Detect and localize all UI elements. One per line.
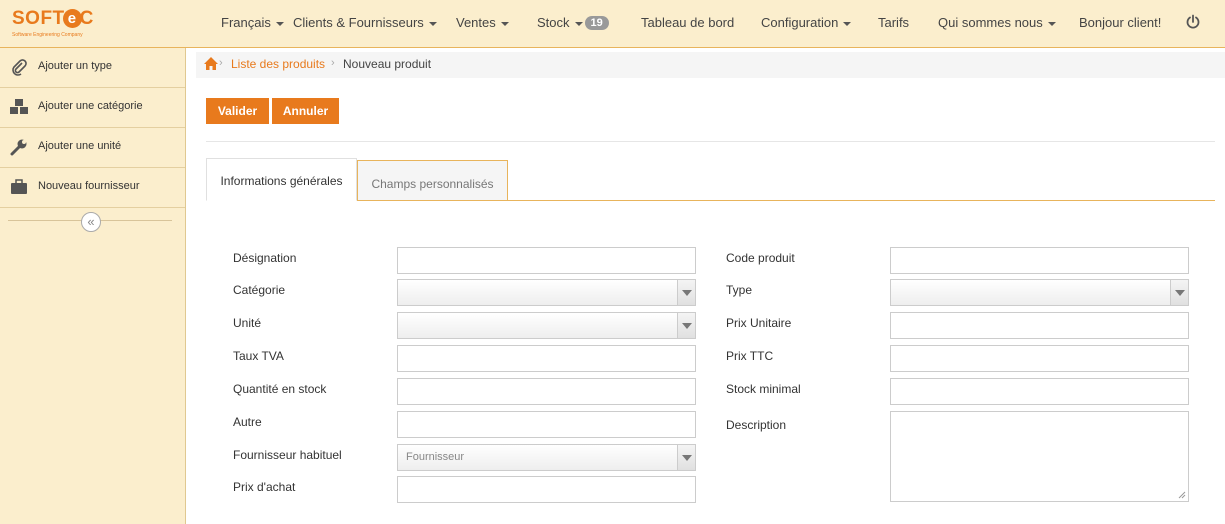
price-ttc-field[interactable] [890,345,1189,372]
supplier-label: Fournisseur habituel [233,448,342,462]
sidebar-item-add-category[interactable]: Ajouter une catégorie [0,88,185,128]
nav-stock[interactable]: Stock 19 [537,15,609,30]
sidebar-item-add-type[interactable]: Ajouter un type [0,48,185,88]
nav-about[interactable]: Qui sommes nous [938,15,1056,30]
resize-handle-icon[interactable] [1178,491,1186,499]
home-icon[interactable] [204,57,218,70]
min-stock-field[interactable] [890,378,1189,405]
stock-qty-label: Quantité en stock [233,382,327,396]
chevron-down-icon [677,280,695,305]
chevron-down-icon [677,313,695,338]
nav-pricing[interactable]: Tarifs [878,15,909,30]
breadcrumb-current: Nouveau produit [343,57,432,71]
tabs-underline [206,200,1215,201]
breadcrumb-separator: › [219,57,223,69]
vat-field[interactable] [397,345,696,372]
vat-label: Taux TVA [233,349,284,363]
other-field[interactable] [397,411,696,438]
breadcrumb-separator: › [331,57,335,69]
unit-price-label: Prix Unitaire [726,316,792,330]
nav-clients-suppliers[interactable]: Clients & Fournisseurs [293,15,437,30]
sidebar-item-new-supplier[interactable]: Nouveau fournisseur [0,168,185,208]
unit-price-field[interactable] [890,312,1189,339]
wrench-icon [10,139,27,156]
description-label: Description [726,418,787,432]
category-select[interactable] [397,279,696,306]
validate-button[interactable]: Valider [206,98,269,124]
supplier-select[interactable]: Fournisseur [397,444,696,471]
breadcrumb-product-list-link[interactable]: Liste des produits [231,57,325,71]
purchase-price-field[interactable] [397,476,696,503]
briefcase-icon [11,179,27,194]
purchase-price-label: Prix d'achat [233,480,296,494]
unit-label: Unité [233,316,262,330]
divider [206,141,1215,142]
category-label: Catégorie [233,283,286,297]
supplier-placeholder: Fournisseur [406,451,465,463]
chevron-down-icon [677,445,695,470]
paperclip-icon [12,59,27,76]
nav-language[interactable]: Français [221,15,284,30]
nav-configuration[interactable]: Configuration [761,15,852,30]
nav-sales[interactable]: Ventes [456,15,509,30]
top-navbar: SOFT e C Software Engineering Company Fran… [0,0,1225,48]
chevron-down-icon [1170,280,1188,305]
tab-custom-fields[interactable]: Champs personnalisés [357,160,508,200]
description-textarea[interactable] [890,411,1189,502]
softec-logo[interactable]: SOFT e C Software Engineering Company [12,6,122,42]
price-ttc-label: Prix TTC [726,349,774,363]
type-label: Type [726,283,753,297]
designation-label: Désignation [233,251,297,265]
sidebar-collapse-button[interactable]: « [81,212,101,232]
tab-general-info[interactable]: Informations générales [206,158,357,201]
designation-field[interactable] [397,247,696,274]
product-code-label: Code produit [726,251,795,265]
nav-greeting[interactable]: Bonjour client! [1079,15,1161,30]
stock-qty-field[interactable] [397,378,696,405]
other-label: Autre [233,415,262,429]
type-select[interactable] [890,279,1189,306]
product-code-field[interactable] [890,247,1189,274]
sidebar-item-add-unit[interactable]: Ajouter une unité [0,128,185,168]
cubes-icon [10,99,28,114]
min-stock-label: Stock minimal [726,382,801,396]
power-icon[interactable] [1185,14,1201,30]
sidebar: Ajouter un type Ajouter une catégorie Aj… [0,48,186,524]
breadcrumb: › Liste des produits › Nouveau produit [196,52,1225,78]
nav-dashboard[interactable]: Tableau de bord [641,15,734,30]
unit-select[interactable] [397,312,696,339]
stock-badge: 19 [584,16,609,30]
cancel-button[interactable]: Annuler [272,98,339,124]
